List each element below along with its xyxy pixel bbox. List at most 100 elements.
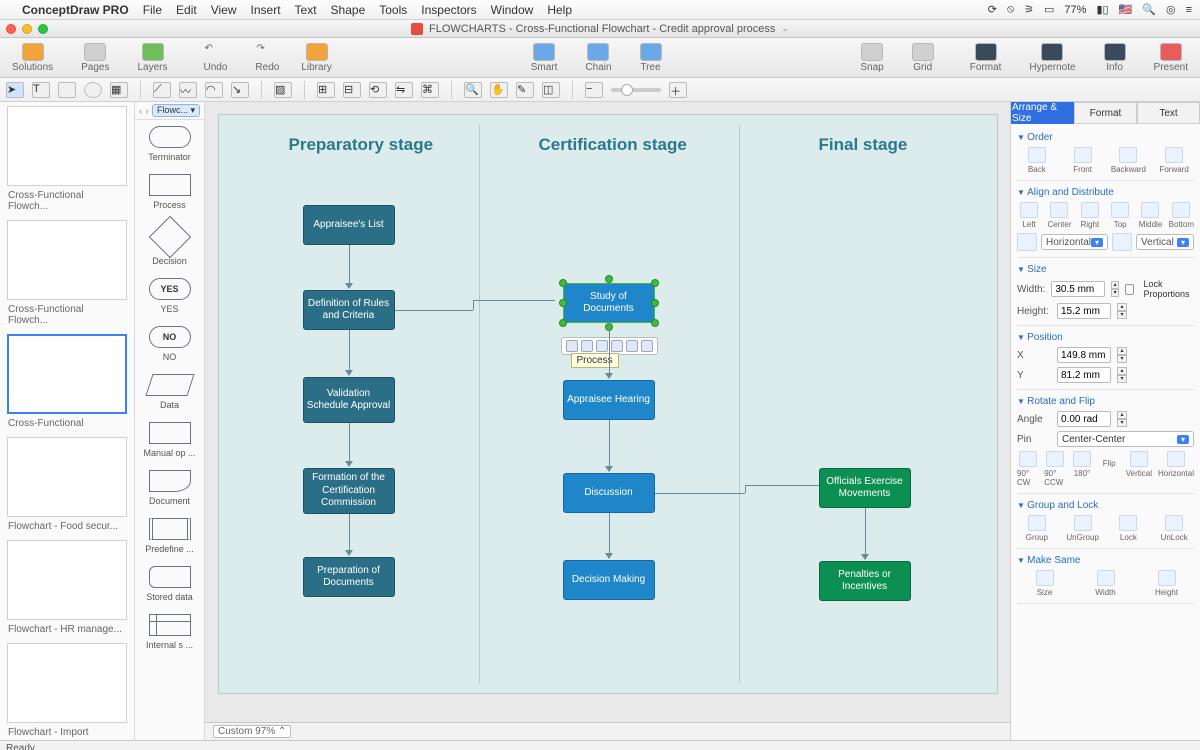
order-back[interactable]: Back xyxy=(1017,147,1057,174)
thumb-6[interactable]: Flowchart - Import process xyxy=(6,643,128,740)
zoom-select[interactable]: Custom 97% ⌃ xyxy=(213,725,291,738)
align-bottom[interactable]: Bottom xyxy=(1169,202,1194,229)
order-front[interactable]: Front xyxy=(1063,147,1103,174)
battery-icon[interactable]: ▮▯ xyxy=(1096,3,1108,16)
shape-terminator[interactable]: Terminator xyxy=(135,120,204,168)
line-tool[interactable]: ⟋ xyxy=(153,82,171,98)
eyedrop-tool[interactable]: ✎ xyxy=(516,82,534,98)
shape-data[interactable]: Data xyxy=(135,368,204,416)
arc-tool[interactable]: ◠ xyxy=(205,82,223,98)
width-down[interactable]: ▾ xyxy=(1111,289,1118,297)
table-tool[interactable]: ▦ xyxy=(110,82,128,98)
menu-shape[interactable]: Shape xyxy=(331,3,366,17)
snap-button[interactable]: Snap xyxy=(856,43,887,73)
sect-order[interactable]: Order xyxy=(1017,130,1194,145)
shape-internal[interactable]: Internal s ... xyxy=(135,608,204,656)
x-input[interactable] xyxy=(1057,347,1111,363)
menu-text[interactable]: Text xyxy=(295,3,317,17)
lib-back-icon[interactable]: ‹ xyxy=(139,106,142,116)
flip-v[interactable]: Vertical xyxy=(1126,451,1152,487)
wifi-icon[interactable]: ⚞ xyxy=(1024,3,1034,16)
shape-predefined[interactable]: Predefine ... xyxy=(135,512,204,560)
qp-icon[interactable] xyxy=(611,340,623,352)
qp-icon[interactable] xyxy=(566,340,578,352)
menu-help[interactable]: Help xyxy=(547,3,572,17)
app-name[interactable]: ConceptDraw PRO xyxy=(22,3,129,17)
y-input[interactable] xyxy=(1057,367,1111,383)
flag-icon[interactable]: 🇺🇸 xyxy=(1119,3,1133,16)
shape-decision[interactable]: Decision xyxy=(135,216,204,272)
shape-document[interactable]: Document xyxy=(135,464,204,512)
sect-size[interactable]: Size xyxy=(1017,262,1194,277)
angle-input[interactable] xyxy=(1057,411,1111,427)
sect-group[interactable]: Group and Lock xyxy=(1017,498,1194,513)
handle[interactable] xyxy=(559,299,567,307)
zoom-plus-icon[interactable]: ＋ xyxy=(669,82,687,98)
distribute-tool[interactable]: ⊟ xyxy=(343,82,361,98)
title-caret-icon[interactable]: ⌄ xyxy=(781,23,789,34)
same-size[interactable]: Size xyxy=(1017,570,1072,597)
menu-file[interactable]: File xyxy=(143,3,162,17)
align-tool[interactable]: ⊞ xyxy=(317,82,335,98)
menu-inspectors[interactable]: Inspectors xyxy=(421,3,476,17)
flip-h[interactable]: Horizontal xyxy=(1158,451,1194,487)
close-button[interactable] xyxy=(6,24,16,34)
menu-window[interactable]: Window xyxy=(491,3,534,17)
same-height[interactable]: Height xyxy=(1139,570,1194,597)
align-right[interactable]: Right xyxy=(1078,202,1102,229)
curve-tool[interactable]: 〰 xyxy=(179,82,197,98)
thumb-3[interactable]: Cross-Functional xyxy=(6,334,128,429)
smart-button[interactable]: Smart xyxy=(527,43,562,73)
handle[interactable] xyxy=(605,275,613,283)
pointer-tool[interactable]: ➤ xyxy=(6,82,24,98)
node-validation[interactable]: Validation Schedule Approval xyxy=(303,377,395,423)
same-width[interactable]: Width xyxy=(1078,570,1133,597)
lib-select[interactable]: Flowc... ▾ xyxy=(152,104,200,117)
handle[interactable] xyxy=(651,319,659,327)
handle[interactable] xyxy=(559,319,567,327)
qp-icon[interactable] xyxy=(626,340,638,352)
rot-ccw[interactable]: 90° CCW xyxy=(1044,451,1065,487)
present-button[interactable]: Present xyxy=(1150,43,1192,73)
qp-icon[interactable] xyxy=(596,340,608,352)
grid-button[interactable]: Grid xyxy=(908,43,938,73)
node-definition[interactable]: Definition of Rules and Criteria xyxy=(303,290,395,330)
hypernote-button[interactable]: Hypernote xyxy=(1025,43,1079,73)
menu-view[interactable]: View xyxy=(211,3,237,17)
format-button[interactable]: Format xyxy=(966,43,1006,73)
handle[interactable] xyxy=(651,279,659,287)
node-penalties[interactable]: Penalties or Incentives xyxy=(819,561,911,601)
ungroup-btn[interactable]: UnGroup xyxy=(1063,515,1103,542)
unlock-btn[interactable]: UnLock xyxy=(1154,515,1194,542)
minimize-button[interactable] xyxy=(22,24,32,34)
zoom-slider[interactable] xyxy=(611,88,661,92)
canvas[interactable]: Preparatory stage Certification stage Fi… xyxy=(205,102,1010,722)
thumb-2[interactable]: Cross-Functional Flowch... xyxy=(6,220,128,326)
layers-button[interactable]: Layers xyxy=(134,43,172,73)
info-button[interactable]: Info xyxy=(1100,43,1130,73)
dnd-icon[interactable]: ⦸ xyxy=(1007,3,1014,16)
text-tool[interactable]: T xyxy=(32,82,50,98)
tab-arrange[interactable]: Arrange & Size xyxy=(1011,102,1074,124)
sect-rotate[interactable]: Rotate and Flip xyxy=(1017,394,1194,409)
solutions-button[interactable]: Solutions xyxy=(8,43,57,73)
width-input[interactable] xyxy=(1051,281,1105,297)
library-button[interactable]: Library xyxy=(297,43,336,73)
flip-tool[interactable]: ⇋ xyxy=(395,82,413,98)
lib-fwd-icon[interactable]: › xyxy=(145,106,148,116)
node-study-docs[interactable]: Study of Documents xyxy=(563,283,655,323)
handle[interactable] xyxy=(559,279,567,287)
sect-position[interactable]: Position xyxy=(1017,330,1194,345)
rect-tool[interactable] xyxy=(58,82,76,98)
align-left[interactable]: Left xyxy=(1017,202,1041,229)
display-icon[interactable]: ▭ xyxy=(1044,3,1054,16)
dist-v-select[interactable]: Vertical▾ xyxy=(1136,234,1194,250)
tab-format[interactable]: Format xyxy=(1074,102,1137,124)
tab-text[interactable]: Text xyxy=(1137,102,1200,124)
pages-button[interactable]: Pages xyxy=(77,43,113,73)
spotlight-icon[interactable]: 🔍 xyxy=(1142,3,1156,16)
menu-insert[interactable]: Insert xyxy=(251,3,281,17)
sync-icon[interactable]: ⟳ xyxy=(988,3,997,16)
shape-yes[interactable]: YESYES xyxy=(135,272,204,320)
shape-stored[interactable]: Stored data xyxy=(135,560,204,608)
